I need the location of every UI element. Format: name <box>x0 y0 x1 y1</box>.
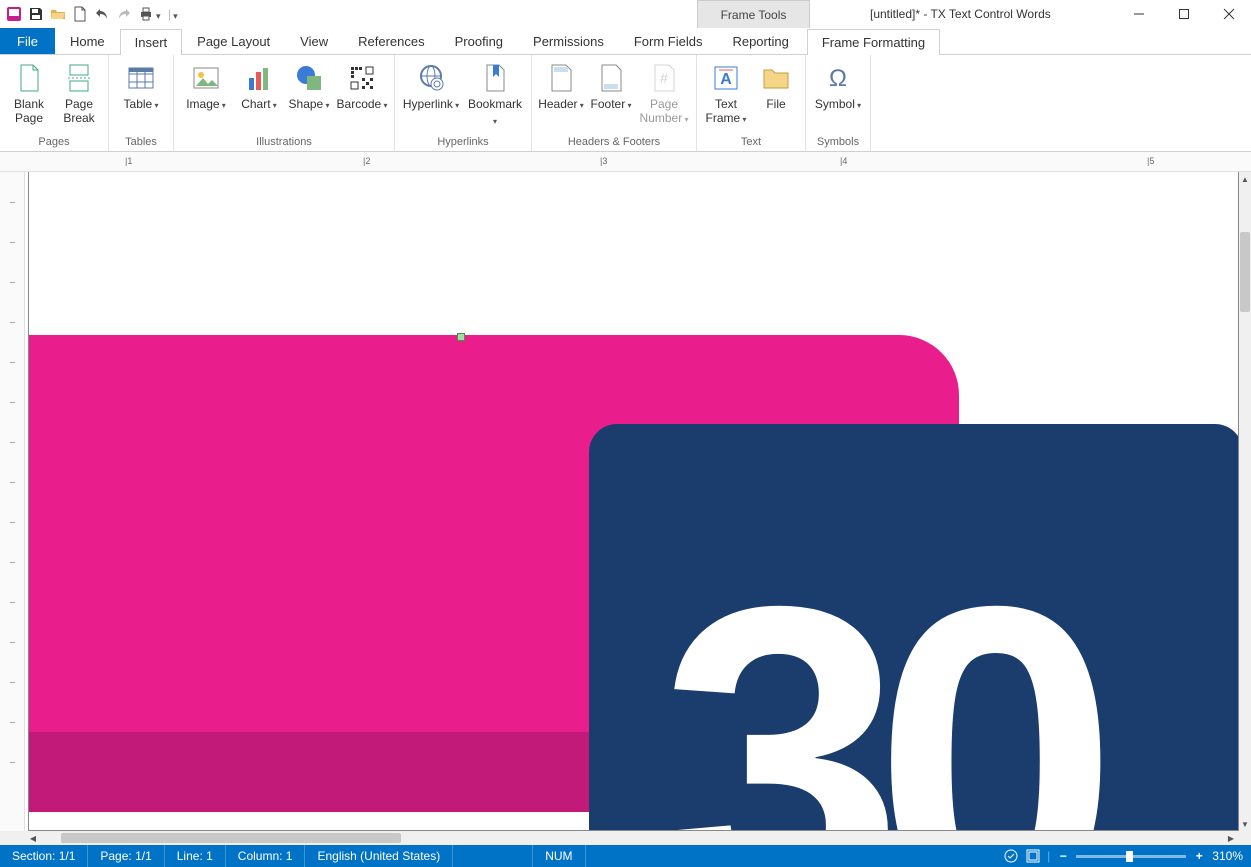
horizontal-scrollbar[interactable]: ◀ ▶ <box>0 831 1251 845</box>
chart-icon <box>242 61 276 95</box>
group-text-label: Text <box>703 133 799 151</box>
ruler-mark: |5 <box>1147 156 1154 166</box>
status-section[interactable]: Section: 1/1 <box>0 845 88 867</box>
tab-reporting[interactable]: Reporting <box>717 28 803 54</box>
chart-button[interactable]: Chart <box>236 59 282 113</box>
file-button[interactable]: File <box>753 59 799 111</box>
status-line: Line: 1 <box>165 845 226 867</box>
header-icon <box>544 61 578 95</box>
group-tables-label: Tables <box>115 133 167 151</box>
group-symbols-label: Symbols <box>812 133 864 151</box>
tab-frame-formatting[interactable]: Frame Formatting <box>807 29 940 55</box>
save-icon[interactable] <box>26 4 46 24</box>
vscroll-thumb[interactable] <box>1240 232 1250 312</box>
tab-home[interactable]: Home <box>55 28 120 54</box>
scroll-down-icon[interactable]: ▼ <box>1239 817 1251 831</box>
folder-icon <box>759 61 793 95</box>
tab-permissions[interactable]: Permissions <box>518 28 619 54</box>
tab-references[interactable]: References <box>343 28 439 54</box>
ruler-mark: |4 <box>840 156 847 166</box>
tab-form-fields[interactable]: Form Fields <box>619 28 718 54</box>
symbol-icon: Ω <box>821 61 855 95</box>
tab-file[interactable]: File <box>0 28 55 54</box>
page-view-icon[interactable] <box>1025 848 1041 864</box>
document-area[interactable]: 30 ▲ ▼ <box>25 172 1251 831</box>
status-num-lock: NUM <box>533 845 585 867</box>
pink-dark-band <box>29 732 589 812</box>
qat-customize-dropdown[interactable] <box>173 10 181 18</box>
vertical-scrollbar[interactable]: ▲ ▼ <box>1239 172 1251 831</box>
scroll-right-icon[interactable]: ▶ <box>1223 834 1239 843</box>
header-button[interactable]: Header <box>538 59 584 113</box>
group-hyperlinks-label: Hyperlinks <box>401 133 525 151</box>
page-number-icon: # <box>647 61 681 95</box>
horizontal-ruler[interactable]: |1 |2 |3 |4 |5 <box>0 152 1251 172</box>
ruler-mark: |2 <box>363 156 370 166</box>
bookmark-button[interactable]: Bookmark <box>465 59 525 129</box>
maximize-button[interactable] <box>1161 0 1206 28</box>
status-spacer <box>453 845 533 867</box>
selection-handle[interactable] <box>457 333 465 341</box>
status-language[interactable]: English (United States) <box>305 845 453 867</box>
status-page[interactable]: Page: 1/1 <box>88 845 164 867</box>
svg-text:A: A <box>720 71 732 88</box>
qat-print-dropdown[interactable] <box>156 10 164 18</box>
group-headers-footers-label: Headers & Footers <box>538 133 690 151</box>
hyperlink-button[interactable]: Hyperlink <box>401 59 461 113</box>
hyperlink-icon <box>414 61 448 95</box>
vertical-ruler[interactable] <box>0 172 25 831</box>
footer-button[interactable]: Footer <box>588 59 634 113</box>
print-icon[interactable] <box>136 4 156 24</box>
big-number-text: 30 <box>659 542 1088 831</box>
new-icon[interactable] <box>70 4 90 24</box>
ruler-mark: |1 <box>125 156 132 166</box>
scroll-up-icon[interactable]: ▲ <box>1239 172 1251 186</box>
footer-icon <box>594 61 628 95</box>
symbol-button[interactable]: Ω Symbol <box>812 59 864 113</box>
contextual-tab-label: Frame Tools <box>697 0 810 28</box>
svg-text:#: # <box>660 70 668 86</box>
tab-page-layout[interactable]: Page Layout <box>182 28 285 54</box>
barcode-button[interactable]: Barcode <box>336 59 388 113</box>
group-pages-label: Pages <box>6 133 102 151</box>
redo-icon[interactable] <box>114 4 134 24</box>
shape-icon <box>292 61 326 95</box>
image-button[interactable]: Image <box>180 59 232 113</box>
app-icon[interactable] <box>4 4 24 24</box>
page-number-button: # Page Number <box>638 59 690 127</box>
hscroll-thumb[interactable] <box>61 833 401 843</box>
bookmark-icon <box>478 61 512 95</box>
svg-text:Ω: Ω <box>829 65 847 92</box>
zoom-in-button[interactable]: + <box>1192 849 1206 863</box>
zoom-out-button[interactable]: − <box>1056 849 1070 863</box>
text-frame-button[interactable]: A Text Frame <box>703 59 749 127</box>
blank-page-button[interactable]: Blank Page <box>6 59 52 125</box>
barcode-icon <box>345 61 379 95</box>
text-frame-icon: A <box>709 61 743 95</box>
tab-proofing[interactable]: Proofing <box>440 28 518 54</box>
window-title: [untitled]* - TX Text Control Words <box>870 7 1051 21</box>
page-break-icon <box>62 61 96 95</box>
undo-icon[interactable] <box>92 4 112 24</box>
group-illustrations-label: Illustrations <box>180 133 388 151</box>
shape-button[interactable]: Shape <box>286 59 332 113</box>
zoom-slider-knob[interactable] <box>1126 851 1133 862</box>
open-icon[interactable] <box>48 4 68 24</box>
track-changes-icon[interactable] <box>1003 848 1019 864</box>
page-break-button[interactable]: Page Break <box>56 59 102 125</box>
status-column: Column: 1 <box>226 845 306 867</box>
tab-view[interactable]: View <box>285 28 343 54</box>
zoom-slider[interactable] <box>1076 855 1186 858</box>
table-icon <box>124 61 158 95</box>
table-button[interactable]: Table <box>115 59 167 113</box>
blank-page-icon <box>12 61 46 95</box>
ruler-mark: |3 <box>600 156 607 166</box>
tab-insert[interactable]: Insert <box>120 29 183 55</box>
close-button[interactable] <box>1206 0 1251 28</box>
image-icon <box>189 61 223 95</box>
minimize-button[interactable] <box>1116 0 1161 28</box>
zoom-level[interactable]: 310% <box>1212 849 1243 863</box>
scroll-left-icon[interactable]: ◀ <box>25 834 41 843</box>
